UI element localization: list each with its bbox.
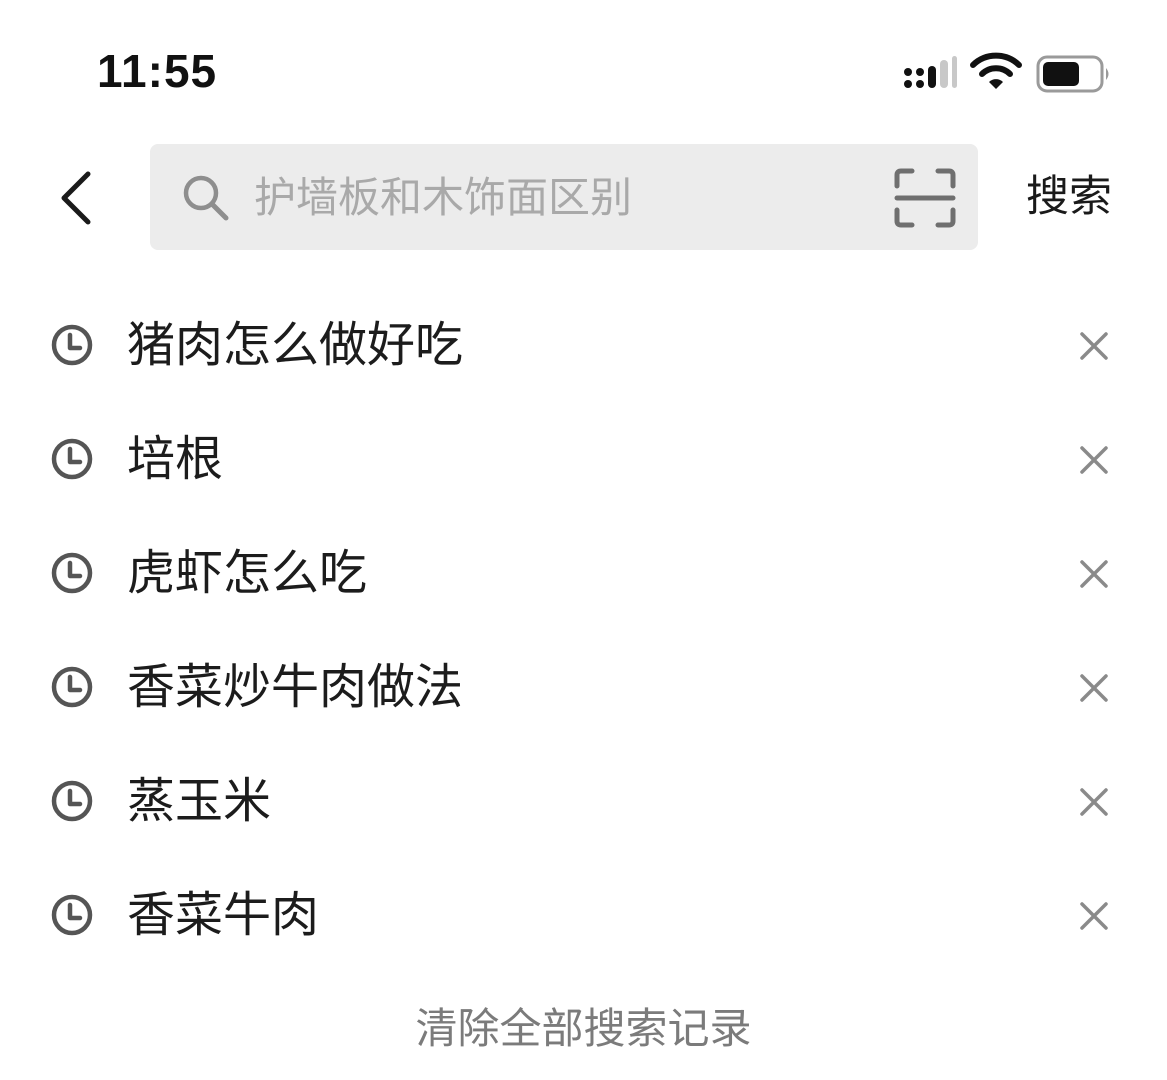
wifi-icon <box>970 52 1022 89</box>
search-button[interactable]: 搜索 <box>1026 166 1112 228</box>
history-item-label: 培根 <box>127 431 224 487</box>
history-item[interactable]: 香菜牛肉 <box>0 858 1167 972</box>
history-item[interactable]: 蒸玉米 <box>0 744 1167 858</box>
remove-history-button[interactable] <box>1066 546 1122 602</box>
battery-icon <box>1036 55 1109 93</box>
clear-all-history-button[interactable]: 清除全部搜索记录 <box>0 998 1167 1060</box>
remove-history-button[interactable] <box>1066 318 1122 374</box>
history-item-label: 虎虾怎么吃 <box>127 545 368 601</box>
close-icon <box>1080 902 1108 930</box>
close-icon <box>1080 788 1108 816</box>
clock-icon <box>51 552 93 594</box>
history-item[interactable]: 香菜炒牛肉做法 <box>0 630 1167 744</box>
search-history-list: 猪肉怎么做好吃 培根 虎虾怎么吃 香菜炒牛肉做法 蒸玉米 香菜牛肉 <box>0 288 1167 972</box>
scan-icon[interactable] <box>894 168 956 228</box>
close-icon <box>1080 674 1108 702</box>
remove-history-button[interactable] <box>1066 774 1122 830</box>
close-icon <box>1080 446 1108 474</box>
clock-icon <box>51 438 93 480</box>
remove-history-button[interactable] <box>1066 432 1122 488</box>
status-time: 11:55 <box>97 45 218 97</box>
clock-icon <box>51 894 93 936</box>
history-item[interactable]: 培根 <box>0 402 1167 516</box>
clock-icon <box>51 666 93 708</box>
close-icon <box>1080 560 1108 588</box>
history-item-label: 蒸玉米 <box>127 773 272 829</box>
status-bar: 11:55 <box>0 0 1167 140</box>
clock-icon <box>51 780 93 822</box>
history-item[interactable]: 虎虾怎么吃 <box>0 516 1167 630</box>
clock-icon <box>51 324 93 366</box>
back-button[interactable] <box>44 160 108 236</box>
search-icon <box>183 175 229 221</box>
remove-history-button[interactable] <box>1066 660 1122 716</box>
chevron-left-icon <box>61 171 91 225</box>
history-item-label: 猪肉怎么做好吃 <box>127 317 464 373</box>
history-item-label: 香菜牛肉 <box>127 887 320 943</box>
signal-icon <box>904 56 957 88</box>
history-item-label: 香菜炒牛肉做法 <box>127 659 464 715</box>
close-icon <box>1080 332 1108 360</box>
remove-history-button[interactable] <box>1066 888 1122 944</box>
history-item[interactable]: 猪肉怎么做好吃 <box>0 288 1167 402</box>
search-input[interactable] <box>254 164 854 230</box>
